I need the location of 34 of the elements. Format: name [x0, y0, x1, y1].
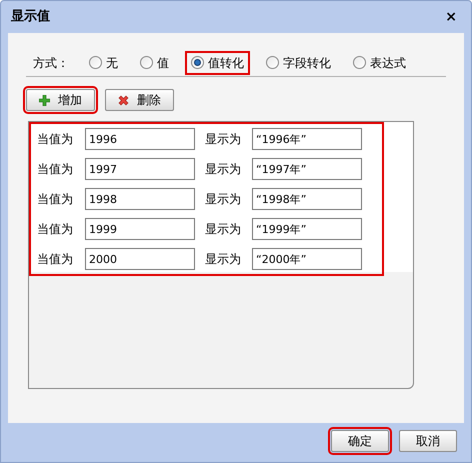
- display-field[interactable]: “1998年”: [252, 188, 362, 210]
- add-button[interactable]: 增加: [26, 89, 95, 111]
- window-title: 显示值: [11, 8, 50, 26]
- value-label: 当值为: [37, 251, 74, 268]
- display-label: 显示为: [205, 251, 242, 268]
- value-field[interactable]: 1998: [85, 188, 195, 210]
- value-label: 当值为: [37, 131, 74, 148]
- value-field[interactable]: 2000: [85, 248, 195, 270]
- radio-option[interactable]: 表达式: [347, 50, 412, 74]
- display-field[interactable]: “1996年”: [252, 128, 362, 150]
- value-label: 当值为: [37, 221, 74, 238]
- radio-option[interactable]: 值转化: [185, 50, 250, 74]
- value-label: 当值为: [37, 191, 74, 208]
- radio-option[interactable]: 无: [83, 50, 124, 74]
- value-field[interactable]: 1999: [85, 218, 195, 240]
- display-label: 显示为: [205, 221, 242, 238]
- display-label: 显示为: [205, 191, 242, 208]
- display-field[interactable]: “1997年”: [252, 158, 362, 180]
- value-label: 当值为: [37, 161, 74, 178]
- value-field[interactable]: 1996: [85, 128, 195, 150]
- close-button[interactable]: ×: [441, 10, 461, 24]
- radio-option[interactable]: 字段转化: [260, 50, 337, 74]
- plus-icon: [39, 94, 50, 106]
- delete-button[interactable]: 删除: [105, 89, 174, 111]
- display-label: 显示为: [205, 131, 242, 148]
- display-field[interactable]: “2000年”: [252, 248, 362, 270]
- display-field[interactable]: “1999年”: [252, 218, 362, 240]
- delete-icon: [118, 94, 129, 106]
- mode-label: 方式：: [33, 54, 69, 72]
- radio-option[interactable]: 值: [134, 50, 175, 74]
- ok-button[interactable]: 确定: [331, 430, 389, 452]
- display-label: 显示为: [205, 161, 242, 178]
- value-field[interactable]: 1997: [85, 158, 195, 180]
- cancel-button[interactable]: 取消: [399, 430, 457, 452]
